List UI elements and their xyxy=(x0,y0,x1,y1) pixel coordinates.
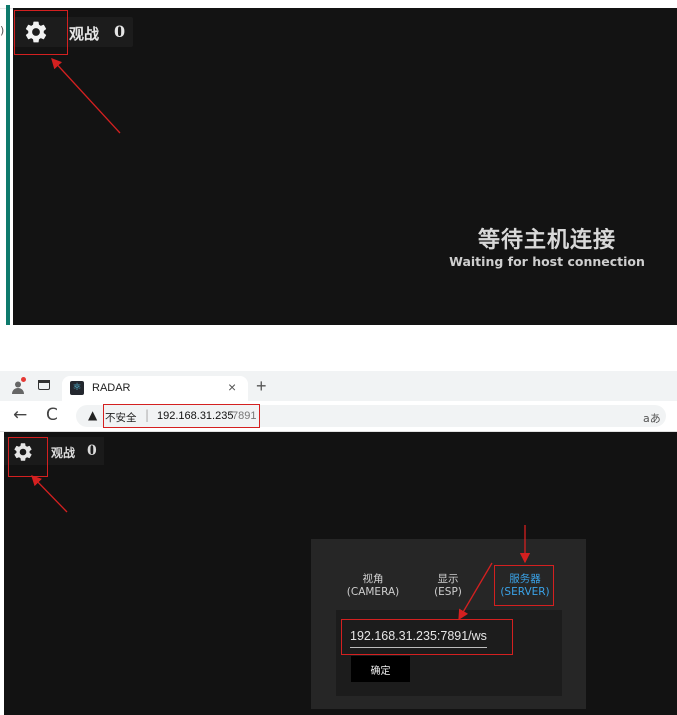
back-arrow-icon[interactable]: ← xyxy=(13,405,27,425)
spectate-count: 0 xyxy=(114,22,126,41)
annotation-highlight-box xyxy=(341,619,513,655)
top-edge-char: ) xyxy=(0,24,5,37)
tab-close-icon[interactable]: × xyxy=(228,379,236,395)
react-favicon-icon: ⚛ xyxy=(70,381,84,395)
top-app-canvas xyxy=(13,8,677,325)
tab-camera-label: 视角 xyxy=(362,573,384,585)
annotation-highlight-box xyxy=(494,565,554,606)
tab-actions-icon-bar xyxy=(38,380,50,383)
confirm-button[interactable]: 确定 xyxy=(351,656,410,682)
tab-camera-sublabel: (CAMERA) xyxy=(346,586,400,598)
annotation-highlight-box xyxy=(14,10,68,55)
browser-tab[interactable] xyxy=(62,376,248,401)
tab-title: RADAR xyxy=(92,382,131,394)
notification-dot xyxy=(21,377,26,382)
tab-esp-sublabel: (ESP) xyxy=(434,586,462,598)
waiting-message-cn: 等待主机连接 xyxy=(477,228,616,253)
annotation-highlight-box xyxy=(8,437,48,477)
tab-esp[interactable]: 显示 (ESP) xyxy=(430,573,466,599)
spectate-count: 0 xyxy=(87,443,97,459)
warning-icon[interactable]: ▲ xyxy=(88,408,97,422)
spectate-label: 观战 xyxy=(51,446,76,460)
translate-icon[interactable]: aあ xyxy=(643,410,661,426)
tab-esp-label: 显示 xyxy=(437,573,459,585)
top-window-edge xyxy=(6,5,10,325)
reload-icon[interactable]: C xyxy=(46,405,58,425)
spectate-label: 观战 xyxy=(69,25,100,43)
tab-camera[interactable]: 视角 (CAMERA) xyxy=(343,573,403,599)
waiting-message-en: Waiting for host connection xyxy=(449,254,645,269)
new-tab-icon[interactable]: + xyxy=(256,376,267,397)
annotation-highlight-box xyxy=(103,404,260,428)
